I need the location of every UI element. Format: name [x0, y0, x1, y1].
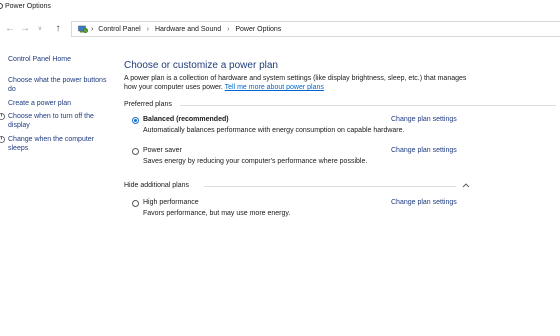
plan-description: Automatically balances performance with … [143, 127, 405, 134]
plan-name[interactable]: High performance [143, 199, 199, 206]
plan-name[interactable]: Power saver [143, 147, 182, 154]
control-panel-icon [78, 25, 88, 34]
change-plan-settings-link[interactable]: Change plan settings [391, 116, 457, 123]
change-plan-settings-link[interactable]: Change plan settings [391, 147, 457, 154]
plan-name[interactable]: Balanced (recommended) [143, 116, 229, 123]
plan-description: Saves energy by reducing your computer's… [143, 158, 368, 165]
control-panel-home-link[interactable]: Control Panel Home [8, 56, 71, 63]
sidebar-item-sleep[interactable]: Change when the computer sleeps [0, 135, 114, 153]
preferred-plans-label: Preferred plans [124, 101, 172, 108]
breadcrumb-sep: › [91, 26, 94, 33]
sidebar-item-power-buttons[interactable]: Choose what the power buttons do [8, 76, 114, 94]
section-divider [204, 186, 456, 187]
power-icon [0, 113, 5, 120]
change-plan-settings-link[interactable]: Change plan settings [391, 199, 457, 206]
breadcrumb-sep: › [146, 26, 150, 33]
hide-additional-plans-toggle[interactable]: Hide additional plans [124, 182, 189, 189]
power-icon [0, 136, 5, 143]
chevron-up-icon[interactable] [462, 182, 470, 188]
radio-power-saver[interactable] [132, 148, 139, 155]
window-title: Power Options [5, 3, 51, 10]
address-row: ← → ∨ ↑ › Control Panel › Hardware and S… [0, 20, 560, 38]
learn-more-link[interactable]: Tell me more about power plans [225, 84, 324, 91]
sidebar-item-display-off[interactable]: Choose when to turn off the display [0, 112, 114, 130]
arrow-right-icon[interactable]: → [19, 23, 31, 35]
arrow-up-icon[interactable]: ↑ [52, 23, 64, 35]
power-options-icon [0, 3, 3, 9]
chevron-down-icon[interactable]: ∨ [34, 23, 46, 35]
page-title: Choose or customize a power plan [124, 60, 278, 71]
radio-high-performance[interactable] [132, 200, 139, 207]
breadcrumb: › Control Panel › Hardware and Sound › P… [91, 26, 281, 33]
title-bar: Power Options [0, 0, 560, 14]
address-bar[interactable]: › Control Panel › Hardware and Sound › P… [71, 21, 560, 37]
sidebar-item-label: Change when the computer sleeps [8, 136, 94, 152]
section-divider [180, 105, 556, 106]
breadcrumb-control-panel[interactable]: Control Panel [98, 26, 140, 33]
breadcrumb-hardware-and-sound[interactable]: Hardware and Sound [155, 26, 221, 33]
sidebar-item-label: Choose when to turn off the display [8, 113, 94, 129]
breadcrumb-power-options[interactable]: Power Options [235, 26, 281, 33]
plan-description: Favors performance, but may use more ene… [143, 210, 291, 217]
radio-balanced[interactable] [132, 117, 139, 124]
sidebar-item-create-plan[interactable]: Create a power plan [8, 99, 114, 108]
page-description: A power plan is a collection of hardware… [124, 74, 474, 92]
arrow-left-icon[interactable]: ← [4, 23, 16, 35]
breadcrumb-sep: › [227, 26, 230, 33]
